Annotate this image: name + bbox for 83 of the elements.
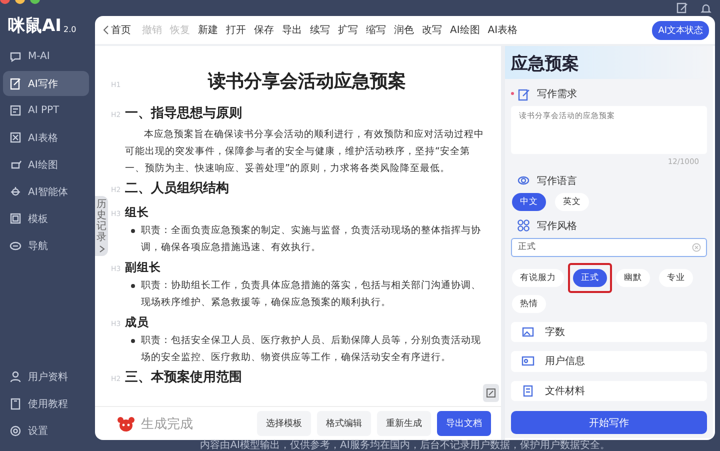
style-option[interactable]: 幽默 [616, 268, 650, 286]
template-icon [9, 212, 22, 225]
chat-bubble-icon [9, 50, 22, 63]
document-title: 读书分享会活动应急预案 [206, 70, 407, 94]
language-option[interactable]: 中文 [512, 192, 546, 210]
mouse-face-icon [117, 416, 135, 432]
toolbar-button[interactable]: 导出 [281, 23, 303, 37]
toolbar-button[interactable]: 改写 [421, 23, 443, 37]
edit-button[interactable] [483, 384, 499, 402]
history-tab[interactable]: 历史记录 [95, 196, 108, 256]
section-heading: 二、人员组织结构 [125, 180, 230, 198]
note-edit-icon[interactable] [676, 2, 688, 14]
field-label: 写作需求 [537, 88, 577, 101]
back-link[interactable]: 首页 [103, 23, 135, 37]
sidebar-item[interactable]: AI写作 [3, 71, 89, 96]
app-logo: 咪鼠AI [8, 16, 62, 36]
collapsible-section[interactable]: 字数 [511, 322, 707, 342]
chevron-left-icon [103, 25, 109, 35]
sidebar-item[interactable]: AI绘图 [3, 152, 89, 177]
paragraph: 本应急预案旨在确保读书分享会活动的顺利进行，有效预防和应对活动过程中可能出现的突发事件，保障参与者的安全与健康，维护活动秩序，坚持“安全第一、预防为主、快速响应、妥善处理”的原则，力求将各类风险降至最低。 [125, 128, 486, 176]
app-version: 2.0 [63, 24, 76, 36]
bullet-icon [131, 229, 135, 233]
style-option[interactable]: 专业 [659, 268, 693, 286]
subsection-heading: 成员 [125, 314, 150, 331]
language-option[interactable]: 英文 [555, 192, 589, 210]
id-card-icon [521, 354, 535, 368]
presentation-icon [9, 104, 22, 117]
generation-status: 生成完成 [141, 416, 193, 432]
disclaimer-text: 内容由AI模型输出，仅供参考，AI服务均在国内，后台不记录用户数据，保护用户数据安全。 [199, 440, 611, 451]
list-item-text: 职责：协助组长工作，负责具体应急措施的落实，包括与相关部门沟通协调、现场秩序维护、紧急救援等，确保应急预案的顺利执行。 [141, 279, 482, 310]
toolbar-button[interactable]: 新建 [197, 23, 219, 37]
section-heading: 一、指导思想与原则 [125, 105, 243, 123]
sidebar-item[interactable]: 设置 [3, 418, 89, 443]
ai-status-button[interactable]: AI文本状态 [652, 20, 709, 40]
paint-cup-icon [9, 158, 22, 171]
bullet-icon [131, 339, 135, 343]
sidebar-item[interactable]: M-AI [3, 44, 89, 69]
sidebar-item[interactable]: AI智能体 [3, 179, 89, 204]
list-item-text: 职责：包括安全保卫人员、医疗救护人员、后勤保障人员等，分别负责活动现场的安全监控、医疗救助、物资供应等工作，确保活动安全有序进行。 [141, 334, 482, 365]
toolbar-button[interactable]: 续写 [309, 23, 331, 37]
bell-icon[interactable] [700, 2, 712, 14]
style-option[interactable]: 热情 [512, 294, 546, 312]
pen-square-icon [486, 388, 496, 398]
sidebar-item[interactable]: 用户资料 [3, 364, 89, 389]
action-button[interactable]: 选择模板 [257, 411, 311, 436]
toolbar-button[interactable]: 润色 [393, 23, 415, 37]
sidebar-item[interactable]: 模板 [3, 206, 89, 231]
toolbar-button[interactable]: 缩写 [365, 23, 387, 37]
settings-icon [9, 424, 22, 437]
table-icon [9, 131, 22, 144]
book-icon [9, 397, 22, 410]
chevron-right-icon [98, 245, 104, 253]
toolbar-button[interactable]: AI绘图 [449, 23, 481, 37]
toolbar-button[interactable]: 打开 [225, 23, 247, 37]
bullet-icon [131, 284, 135, 288]
image-frame-icon [521, 324, 535, 339]
action-button[interactable]: 重新生成 [377, 411, 431, 436]
action-button[interactable]: 导出文档 [437, 411, 491, 436]
sidebar-item[interactable]: AI表格 [3, 125, 89, 150]
subsection-heading: 副组长 [125, 259, 162, 276]
four-circles-icon [517, 219, 530, 232]
start-writing-button[interactable]: 开始写作 [511, 411, 707, 434]
style-input[interactable]: 正式 [511, 238, 707, 256]
toolbar-button[interactable]: AI表格 [486, 23, 519, 37]
edit-note-icon [517, 88, 530, 100]
pen-document-icon [9, 77, 22, 90]
subsection-heading: 组长 [125, 204, 150, 221]
list-item-text: 职责：全面负责应急预案的制定、实施与监督，负责活动现场的整体指挥与协调，确保各项应急措施迅速、有效执行。 [141, 224, 482, 255]
collapsible-section[interactable]: 文件材料 [511, 380, 707, 402]
sidebar-item[interactable]: AI PPT [3, 98, 89, 123]
user-icon [9, 370, 22, 383]
field-label: 写作风格 [537, 220, 577, 232]
style-option[interactable]: 正式 [573, 268, 607, 286]
section-heading: 三、本预案使用范围 [125, 369, 243, 387]
toolbar-button[interactable]: 扩写 [337, 23, 359, 37]
field-label: 写作语言 [537, 174, 577, 188]
collapsible-section[interactable]: 用户信息 [511, 351, 707, 372]
action-button[interactable]: 格式编辑 [317, 411, 371, 436]
toolbar-button[interactable]: 保存 [253, 23, 275, 37]
sidebar-item[interactable]: 使用教程 [3, 391, 89, 416]
style-option[interactable]: 有说服力 [512, 268, 564, 286]
document-icon [521, 384, 535, 398]
sidebar-item[interactable]: 导航 [3, 233, 89, 258]
